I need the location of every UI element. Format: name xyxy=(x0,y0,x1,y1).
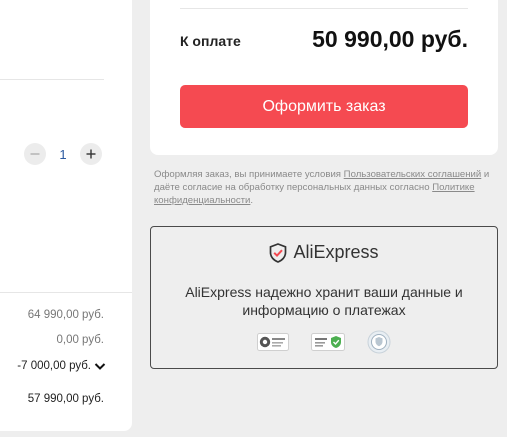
security-badges xyxy=(151,330,497,354)
divider xyxy=(0,292,132,293)
discount-toggle[interactable]: -7 000,00 руб. xyxy=(17,360,106,372)
security-seal-badge-icon xyxy=(367,330,391,354)
total-amount: 50 990,00 руб. xyxy=(312,26,468,52)
total-label: К оплате xyxy=(180,33,241,49)
terms-notice: Оформляя заказ, вы принимаете условия По… xyxy=(154,168,494,207)
terms-text: Оформляя заказ, вы принимаете условия xyxy=(154,169,344,180)
subtotal-value: 57 990,00 руб. xyxy=(27,393,104,405)
security-message: AliExpress надежно хранит ваши данные и … xyxy=(185,284,463,318)
aliexpress-brand: AliExpress xyxy=(151,242,497,263)
increase-quantity-button[interactable] xyxy=(80,143,102,165)
divider xyxy=(180,8,468,9)
discount-value: -7 000,00 руб. xyxy=(17,360,91,372)
chevron-down-icon xyxy=(94,362,106,370)
minus-icon xyxy=(30,153,40,155)
place-order-button[interactable]: Оформить заказ xyxy=(180,85,468,128)
quantity-value: 1 xyxy=(59,146,67,162)
brand-name: AliExpress xyxy=(293,242,379,262)
order-summary-card: К оплате 50 990,00 руб. Оформить заказ xyxy=(150,0,498,155)
security-info-card: AliExpress AliExpress надежно хранит ваш… xyxy=(150,226,498,369)
plus-icon xyxy=(86,149,96,159)
divider xyxy=(0,79,104,80)
terms-text: . xyxy=(250,195,254,206)
user-agreement-link[interactable]: Пользовательских соглашений xyxy=(344,169,482,180)
item-price-value: 64 990,00 руб. xyxy=(27,309,104,321)
quantity-stepper: 1 xyxy=(24,143,102,165)
decrease-quantity-button[interactable] xyxy=(24,143,46,165)
verified-secure-badge-icon xyxy=(311,333,345,351)
delivery-price-value: 0,00 руб. xyxy=(56,334,104,346)
shield-check-icon xyxy=(270,242,287,263)
cart-panel: 1 64 990,00 руб. 0,00 руб. -7 000,00 руб… xyxy=(0,0,132,431)
pci-dss-badge-icon xyxy=(257,333,289,351)
